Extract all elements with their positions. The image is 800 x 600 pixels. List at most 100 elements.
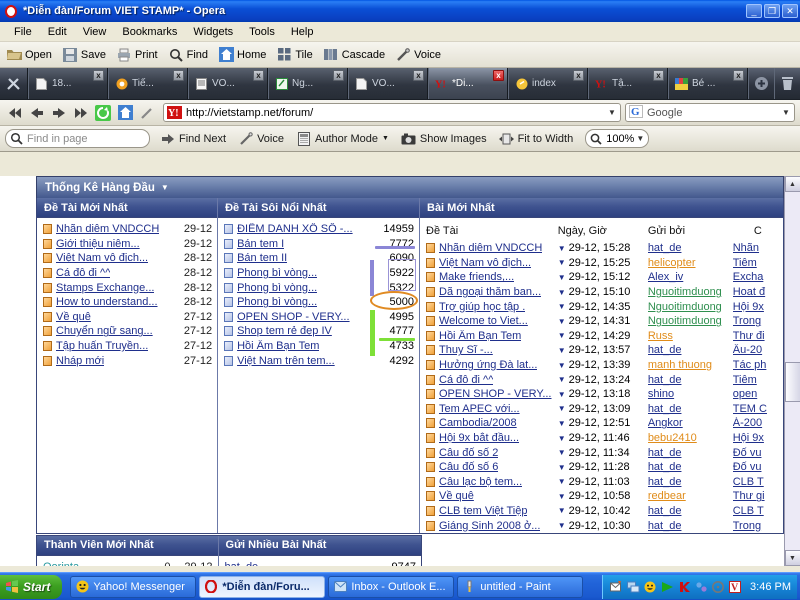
post-forum-link[interactable]: CLB T	[733, 505, 764, 517]
post-topic-cell[interactable]: Câu đố số 2	[426, 447, 558, 459]
post-topic-link[interactable]: CLB tem Việt Tiệp	[439, 505, 527, 517]
post-topic-cell[interactable]: Hồi Âm Bạn Tem	[426, 330, 558, 342]
post-topic-cell[interactable]: Trợ giúp học tập .	[426, 301, 558, 313]
topic-link[interactable]: Hồi Âm Bạn Tem	[237, 340, 319, 352]
topic-link[interactable]: How to understand...	[56, 296, 158, 308]
goto-last-post-icon[interactable]: ▼	[558, 346, 566, 355]
table-row[interactable]: Nhãn diêm VNDCCH ▼ 29-12, 15:28 hat_de Nhãn	[426, 241, 783, 256]
post-topic-link[interactable]: Thuy Sĩ -...	[439, 344, 493, 356]
post-forum-link[interactable]: Trong	[733, 315, 761, 327]
post-author-link[interactable]: manh thuong	[648, 359, 712, 371]
list-item[interactable]: Oorinta 029-12	[43, 560, 213, 566]
tab-close-icon[interactable]: x	[173, 70, 184, 81]
post-forum-link[interactable]: Excha	[733, 271, 764, 283]
tab-close-icon[interactable]: x	[653, 70, 664, 81]
post-forum-link[interactable]: Hội 9x	[733, 432, 764, 444]
topic-link[interactable]: ĐIỂM DANH XỔ SỐ -...	[237, 223, 353, 235]
post-topic-link[interactable]: Câu đố số 6	[439, 461, 498, 473]
back-button[interactable]	[27, 103, 47, 123]
table-row[interactable]: OPEN SHOP - VERY... ▼ 29-12, 13:18 shino ope…	[426, 387, 783, 402]
post-forum-link[interactable]: Hội 9x	[733, 301, 764, 313]
post-topic-link[interactable]: Hưởng ứng Đà lat...	[439, 359, 537, 371]
zoom-control[interactable]: 100% ▼	[585, 129, 650, 148]
post-topic-link[interactable]: Về quê	[439, 490, 474, 502]
post-forum-link[interactable]: Thư gi	[733, 490, 765, 502]
menu-item-file[interactable]: File	[6, 24, 40, 40]
tab-close-icon[interactable]: x	[93, 70, 104, 81]
open-button[interactable]: Open	[6, 47, 52, 63]
list-item[interactable]: Tập huấn Truyền... 27-12	[43, 339, 212, 354]
restore-button[interactable]: ❐	[764, 4, 780, 18]
list-item[interactable]: Phong bì vòng... 5322	[224, 280, 414, 295]
topic-link[interactable]: Việt Nam trên tem...	[237, 355, 335, 367]
zoom-dropdown-icon[interactable]: ▼	[634, 134, 646, 143]
goto-last-post-icon[interactable]: ▼	[558, 477, 566, 486]
table-row[interactable]: Giáng Sinh 2008 ở... ▼ 29-12, 10:30 hat_de T…	[426, 518, 783, 533]
table-row[interactable]: Câu đố số 2 ▼ 29-12, 11:34 hat_de Đố vu	[426, 445, 783, 460]
topic-link[interactable]: Giới thiệu niêm...	[56, 238, 140, 250]
taskbar-item-yahoo-messenger[interactable]: Yahoo! Messenger	[70, 575, 197, 598]
table-row[interactable]: Việt Nam vô địch... ▼ 29-12, 15:25 helicopt…	[426, 256, 783, 271]
home-button[interactable]: Home	[218, 47, 266, 63]
v-icon[interactable]: V	[728, 580, 742, 594]
browser-tab-9[interactable]: Bé ... x	[668, 68, 748, 99]
post-topic-link[interactable]: Nhãn diêm VNDCCH	[439, 242, 542, 254]
scrollbar-thumb[interactable]	[784, 362, 800, 402]
browser-tab-5[interactable]: VO... x	[348, 68, 428, 99]
yahoo-smiley-icon[interactable]	[643, 580, 657, 594]
post-author-link[interactable]: hat_de	[648, 374, 682, 386]
topic-link[interactable]: Bán tem I	[237, 238, 284, 250]
url-dropdown-icon[interactable]: ▼	[606, 108, 618, 117]
list-item[interactable]: OPEN SHOP - VERY... 4995	[224, 310, 414, 325]
menu-item-edit[interactable]: Edit	[40, 24, 75, 40]
table-row[interactable]: Trợ giúp học tập . ▼ 29-12, 14:35 Nguoitimd…	[426, 299, 783, 314]
list-item[interactable]: Nháp mới 27-12	[43, 353, 212, 368]
post-topic-link[interactable]: Dã ngoại thăm ban...	[439, 286, 541, 298]
post-forum-link[interactable]: open	[733, 388, 757, 400]
post-author-link[interactable]: bebu2410	[648, 432, 697, 444]
web-search-input[interactable]: Google	[647, 107, 780, 119]
post-topic-cell[interactable]: Dã ngoại thăm ban...	[426, 286, 558, 298]
wand-icon[interactable]	[137, 103, 157, 123]
goto-last-post-icon[interactable]: ▼	[558, 244, 566, 253]
browser-tab-6-active[interactable]: Y! *Di... x	[428, 68, 508, 99]
table-row[interactable]: Cambodia/2008 ▼ 29-12, 12:51 Angkor Á-200	[426, 416, 783, 431]
list-item[interactable]: Phong bì vòng... 5922	[224, 266, 414, 281]
fast-rewind-button[interactable]	[5, 103, 25, 123]
post-topic-link[interactable]: Câu lạc bộ tem...	[439, 476, 522, 488]
goto-last-post-icon[interactable]: ▼	[558, 375, 566, 384]
post-forum-link[interactable]: Âu-20	[733, 344, 762, 356]
topic-link[interactable]: Chuyển ngữ sang...	[56, 325, 153, 337]
author-mode-button[interactable]: Author Mode ▼	[296, 131, 389, 146]
post-topic-cell[interactable]: Câu lạc bộ tem...	[426, 476, 558, 488]
tab-close-icon[interactable]: x	[333, 70, 344, 81]
tab-close-icon[interactable]: x	[733, 70, 744, 81]
post-author-link[interactable]: hat_de	[648, 461, 682, 473]
post-topic-link[interactable]: Việt Nam vô địch...	[439, 257, 531, 269]
post-forum-link[interactable]: CLB T	[733, 476, 764, 488]
post-topic-cell[interactable]: CLB tem Việt Tiệp	[426, 505, 558, 517]
member-link[interactable]: hat_de	[225, 561, 259, 566]
goto-last-post-icon[interactable]: ▼	[558, 258, 566, 267]
new-tab-button[interactable]	[748, 68, 774, 99]
tab-tools-icon[interactable]	[0, 68, 28, 99]
post-forum-link[interactable]: Đố vu	[733, 447, 762, 459]
list-item[interactable]: Việt Nam trên tem... 4292	[224, 353, 414, 368]
goto-last-post-icon[interactable]: ▼	[558, 302, 566, 311]
post-topic-link[interactable]: OPEN SHOP - VERY...	[439, 388, 552, 400]
post-forum-link[interactable]: Nhãn	[733, 242, 759, 254]
post-topic-cell[interactable]: Thuy Sĩ -...	[426, 344, 558, 356]
table-row[interactable]: Welcome to Viet... ▼ 29-12, 14:31 Nguoitimd…	[426, 314, 783, 329]
goto-last-post-icon[interactable]: ▼	[558, 288, 566, 297]
tab-close-icon[interactable]: x	[493, 70, 504, 81]
post-forum-link[interactable]: Tác ph	[733, 359, 767, 371]
topic-link[interactable]: Cá đô đi ^^	[56, 267, 110, 279]
browser-tab-8[interactable]: Y! Tậ... x	[588, 68, 668, 99]
post-topic-cell[interactable]: Việt Nam vô địch...	[426, 257, 558, 269]
browser-tab-4[interactable]: Ng... x	[268, 68, 348, 99]
tab-close-icon[interactable]: x	[573, 70, 584, 81]
network-share-icon[interactable]	[694, 580, 708, 594]
table-row[interactable]: Thuy Sĩ -... ▼ 29-12, 13:57 hat_de Âu-20	[426, 343, 783, 358]
minimize-button[interactable]: _	[746, 4, 762, 18]
table-row[interactable]: Dã ngoại thăm ban... ▼ 29-12, 15:10 Nguoiti…	[426, 285, 783, 300]
